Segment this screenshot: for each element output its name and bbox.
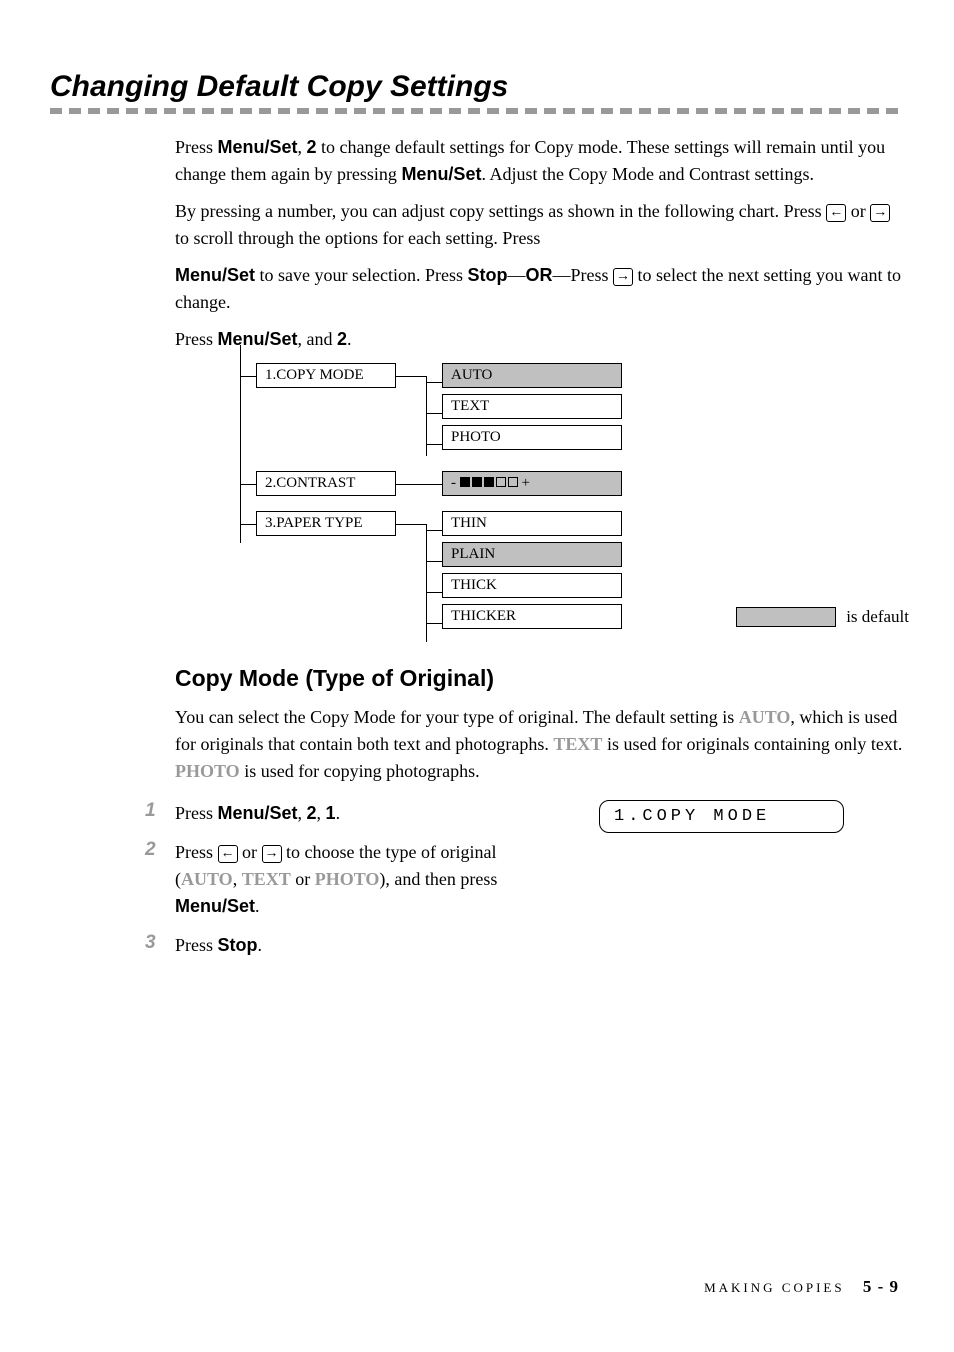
step-3: 3 Press Stop. (175, 932, 904, 959)
main-heading: Changing Default Copy Settings (50, 70, 904, 104)
tree-option-thick: THICK (442, 573, 622, 598)
tree-item-papertype: 3.PAPER TYPE (256, 511, 396, 536)
contrast-indicator (460, 477, 518, 487)
tree-option-text: TEXT (442, 394, 622, 419)
save-selection-paragraph: Menu/Set to save your selection. Press S… (175, 262, 904, 316)
right-arrow-icon: → (262, 845, 282, 863)
tree-option-auto: AUTO (442, 363, 622, 388)
lcd-display: 1.COPY MODE (599, 800, 844, 833)
tree-option-photo: PHOTO (442, 425, 622, 450)
scroll-paragraph: By pressing a number, you can adjust cop… (175, 198, 904, 252)
copymode-paragraph: You can select the Copy Mode for your ty… (175, 704, 904, 785)
divider-line (50, 108, 904, 114)
right-arrow-icon: → (870, 204, 890, 222)
tree-option-thicker: THICKER (442, 604, 622, 629)
step-2: 2 Press ← or → to choose the type of ori… (175, 839, 555, 920)
tree-option-contrast: - + (442, 471, 622, 496)
press-instruction: Press Menu/Set, and 2. (175, 326, 904, 353)
menu-tree: is default 1.COPY MODE AUTO (240, 363, 904, 635)
left-arrow-icon: ← (218, 845, 238, 863)
right-arrow-icon: → (613, 268, 633, 286)
left-arrow-icon: ← (826, 204, 846, 222)
intro-paragraph: Press Menu/Set, 2 to change default sett… (175, 134, 904, 188)
page-footer: MAKING COPIES 5 - 9 (704, 1277, 899, 1297)
tree-item-copymode: 1.COPY MODE (256, 363, 396, 388)
tree-option-plain: PLAIN (442, 542, 622, 567)
tree-item-contrast: 2.CONTRAST (256, 471, 396, 496)
tree-option-thin: THIN (442, 511, 622, 536)
sub-heading-copymode: Copy Mode (Type of Original) (175, 665, 904, 692)
